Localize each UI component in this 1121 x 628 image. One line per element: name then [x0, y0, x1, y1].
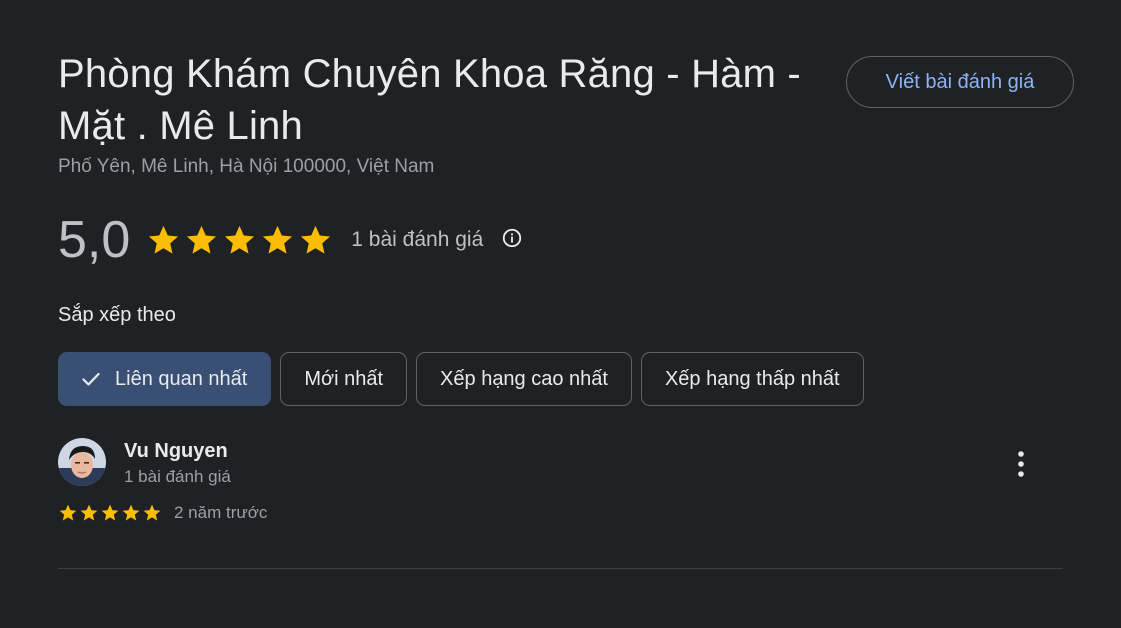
star-icon — [263, 225, 293, 254]
place-title: Phòng Khám Chuyên Khoa Răng - Hàm - Mặt … — [58, 52, 801, 148]
sort-chip-label: Liên quan nhất — [115, 367, 248, 390]
sort-chip-newest[interactable]: Mới nhất — [280, 352, 408, 406]
star-icon — [225, 225, 255, 254]
review-meta: 2 năm trước — [58, 503, 267, 523]
rating-value: 5,0 — [58, 211, 131, 269]
rating-stars — [146, 223, 333, 258]
sort-chip-label: Xếp hạng cao nhất — [440, 367, 608, 390]
divider — [58, 568, 1063, 569]
write-review-button[interactable]: Viết bài đánh giá — [846, 56, 1074, 108]
review-author: Vu Nguyen 1 bài đánh giá — [58, 438, 231, 487]
review-time: 2 năm trước — [174, 503, 268, 522]
star-icon — [101, 504, 119, 521]
info-icon[interactable] — [501, 227, 523, 249]
sort-label: Sắp xếp theo — [58, 304, 176, 326]
sort-chips: Liên quan nhất Mới nhất Xếp hạng cao nhấ… — [58, 352, 864, 406]
place-address: Phố Yên, Mê Linh, Hà Nội 100000, Việt Na… — [58, 156, 435, 177]
check-icon — [82, 372, 100, 386]
sort-chip-label: Xếp hạng thấp nhất — [664, 367, 840, 390]
star-icon — [301, 225, 331, 254]
more-vert-icon — [1018, 451, 1024, 477]
reviewer-name[interactable]: Vu Nguyen — [124, 440, 231, 463]
sort-chip-highest[interactable]: Xếp hạng cao nhất — [416, 352, 632, 406]
review-stars — [58, 503, 162, 523]
avatar[interactable] — [58, 438, 106, 486]
reviewer-review-count: 1 bài đánh giá — [124, 467, 231, 486]
more-options-button[interactable] — [1006, 446, 1036, 482]
star-icon — [59, 504, 77, 521]
sort-chip-label: Mới nhất — [304, 367, 384, 390]
sort-chip-lowest[interactable]: Xếp hạng thấp nhất — [640, 352, 864, 406]
star-icon — [187, 225, 217, 254]
star-icon — [143, 504, 161, 521]
review-count: 1 bài đánh giá — [351, 228, 484, 251]
star-icon — [80, 504, 98, 521]
sort-chip-relevant[interactable]: Liên quan nhất — [58, 352, 272, 406]
star-icon — [149, 225, 179, 254]
reviews-panel: Phòng Khám Chuyên Khoa Răng - Hàm - Mặt … — [0, 0, 1121, 628]
star-icon — [122, 504, 140, 521]
rating-summary: 5,0 1 bài đánh giá — [58, 208, 523, 272]
